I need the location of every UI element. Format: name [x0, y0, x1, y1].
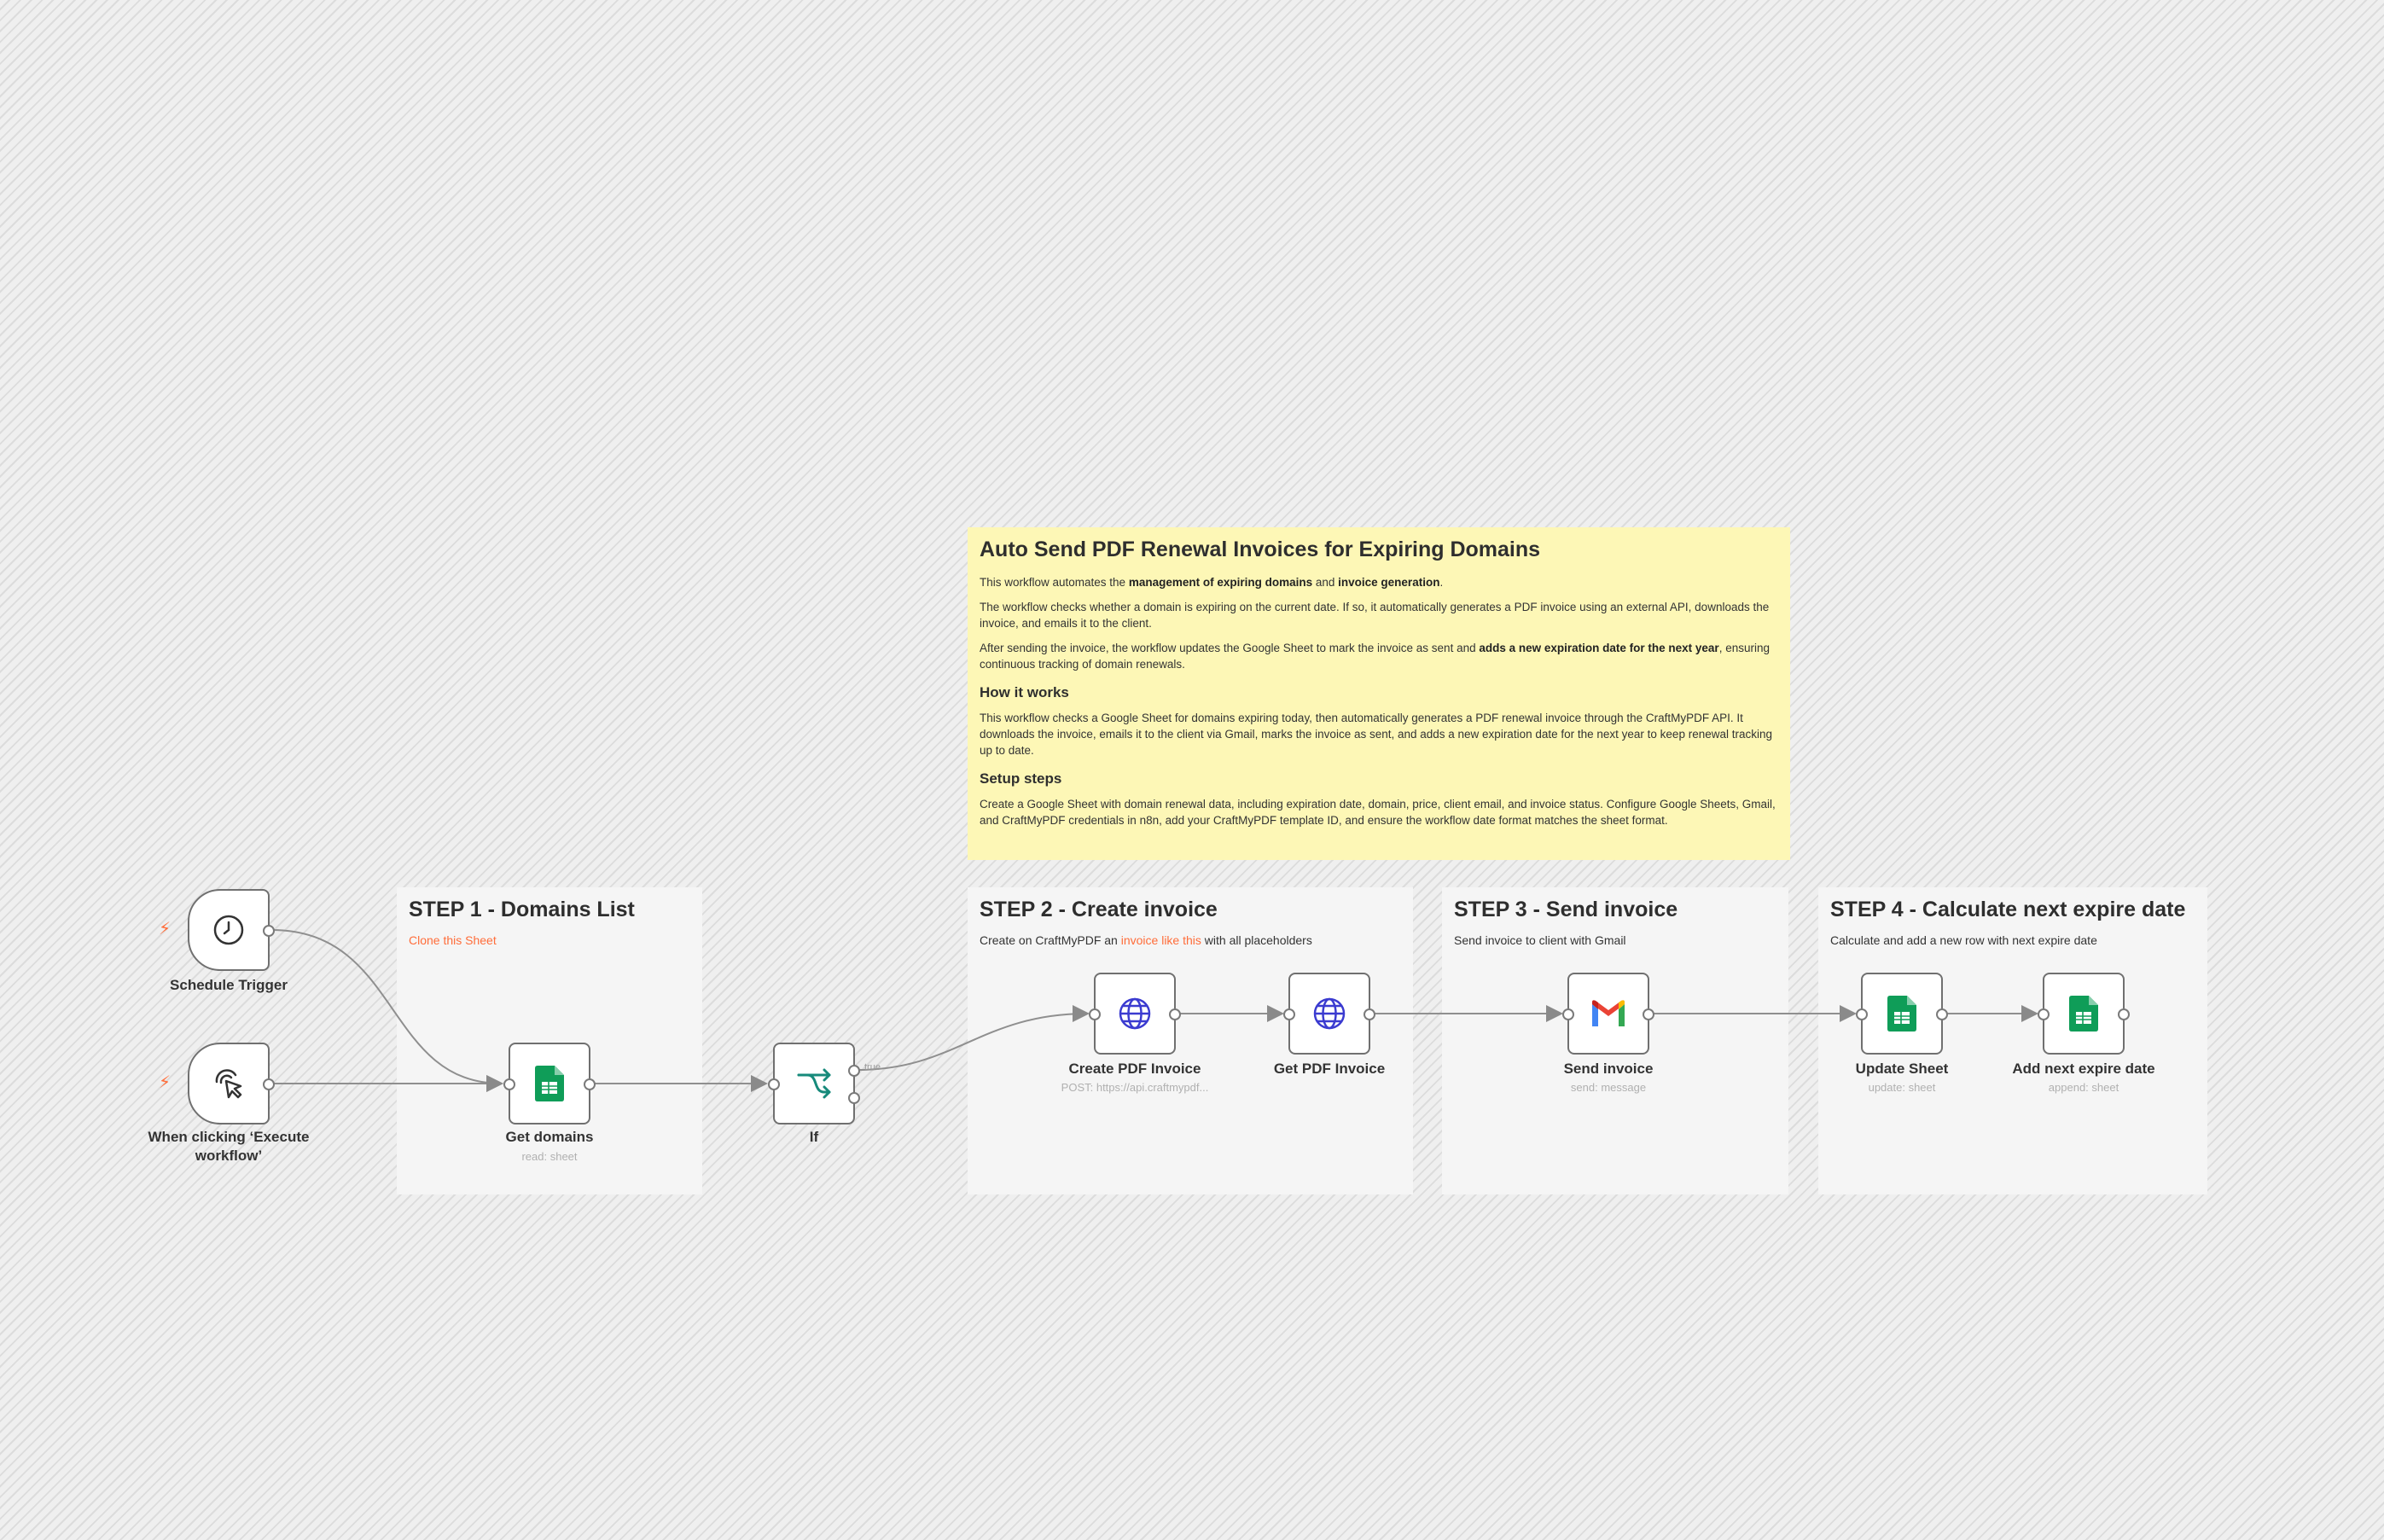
- get-domains-label: Get domains: [505, 1129, 594, 1145]
- get-domains-node[interactable]: [503, 1043, 596, 1124]
- send-invoice-node[interactable]: [1562, 973, 1654, 1055]
- trigger-bolt-icon: ⚡: [159, 920, 172, 939]
- get-domains-output-port[interactable]: [584, 1078, 596, 1090]
- send-invoice-label: Send invoice: [1563, 1061, 1654, 1077]
- step3-title: STEP 3 - Send invoice: [1454, 898, 1678, 921]
- create-pdf-invoice-label: Create PDF Invoice: [1068, 1061, 1201, 1077]
- send-invoice-subtitle: send: message: [1570, 1081, 1647, 1094]
- get-pdf-input-port[interactable]: [1283, 1008, 1295, 1020]
- trigger-bolt-icon: ⚡: [159, 1073, 172, 1092]
- if-false-output-port[interactable]: [848, 1092, 860, 1104]
- if-true-output-port[interactable]: [848, 1065, 860, 1077]
- clock-icon: [213, 915, 244, 945]
- update-sheet-label: Update Sheet: [1855, 1061, 1949, 1077]
- send-invoice-output-port[interactable]: [1643, 1008, 1654, 1020]
- sticky-note-step1[interactable]: STEP 1 - Domains List Clone this Sheet: [397, 887, 702, 1194]
- globe-icon: [1119, 997, 1151, 1030]
- send-invoice-input-port[interactable]: [1562, 1008, 1574, 1020]
- invoice-template-link[interactable]: invoice like this: [1121, 933, 1201, 947]
- clone-sheet-link[interactable]: Clone this Sheet: [409, 933, 497, 947]
- google-sheets-icon: [535, 1066, 564, 1101]
- get-pdf-invoice-label: Get PDF Invoice: [1273, 1061, 1386, 1077]
- globe-icon: [1313, 997, 1346, 1030]
- create-pdf-invoice-subtitle: POST: https://api.craftmypdf...: [1061, 1081, 1209, 1094]
- if-label: If: [809, 1129, 819, 1145]
- google-sheets-icon: [2069, 996, 2098, 1032]
- if-true-label: true: [864, 1062, 881, 1072]
- get-domains-subtitle: read: sheet: [521, 1150, 578, 1163]
- step2-title: STEP 2 - Create invoice: [980, 898, 1218, 921]
- step4-text: Calculate and add a new row with next ex…: [1830, 933, 2097, 947]
- if-node[interactable]: [768, 1043, 860, 1124]
- schedule-trigger-label: Schedule Trigger: [170, 977, 288, 993]
- step2-text: Create on CraftMyPDF an invoice like thi…: [980, 933, 1312, 947]
- overview-intro: This workflow automates the management o…: [980, 576, 1444, 589]
- add-next-output-port[interactable]: [2118, 1008, 2130, 1020]
- get-pdf-output-port[interactable]: [1364, 1008, 1375, 1020]
- update-sheet-output-port[interactable]: [1936, 1008, 1948, 1020]
- setup-steps-heading: Setup steps: [980, 770, 1062, 787]
- manual-trigger-node[interactable]: [188, 1043, 275, 1124]
- add-next-expire-date-node[interactable]: [2038, 973, 2130, 1055]
- how-it-works-text: This workflow checks a Google Sheet for …: [980, 712, 1772, 757]
- overview-title: Auto Send PDF Renewal Invoices for Expir…: [980, 538, 1541, 561]
- get-pdf-invoice-node[interactable]: [1283, 973, 1375, 1055]
- manual-output-port[interactable]: [263, 1078, 275, 1090]
- add-next-input-port[interactable]: [2038, 1008, 2050, 1020]
- add-next-expire-date-subtitle: append: sheet: [2048, 1081, 2119, 1094]
- branch-icon: [797, 1068, 831, 1099]
- update-sheet-node[interactable]: [1856, 973, 1948, 1055]
- step1-title: STEP 1 - Domains List: [409, 898, 635, 921]
- gmail-icon: [1592, 1000, 1625, 1026]
- create-pdf-input-port[interactable]: [1089, 1008, 1101, 1020]
- sticky-note-overview[interactable]: Auto Send PDF Renewal Invoices for Expir…: [968, 527, 1790, 860]
- update-sheet-subtitle: update: sheet: [1868, 1081, 1936, 1094]
- how-it-works-heading: How it works: [980, 684, 1069, 700]
- setup-steps-text: Create a Google Sheet with domain renewa…: [980, 798, 1776, 827]
- if-input-port[interactable]: [768, 1078, 780, 1090]
- schedule-trigger-node[interactable]: [188, 889, 275, 971]
- manual-trigger-label: When clicking ‘Execute workflow’: [148, 1129, 310, 1164]
- overview-para3: After sending the invoice, the workflow …: [980, 642, 1770, 671]
- create-pdf-output-port[interactable]: [1169, 1008, 1181, 1020]
- google-sheets-icon: [1887, 996, 1916, 1032]
- step3-text: Send invoice to client with Gmail: [1454, 933, 1626, 947]
- overview-para2: The workflow checks whether a domain is …: [980, 601, 1770, 630]
- create-pdf-invoice-node[interactable]: [1089, 973, 1181, 1055]
- schedule-output-port[interactable]: [263, 925, 275, 937]
- get-domains-input-port[interactable]: [503, 1078, 515, 1090]
- add-next-expire-date-label: Add next expire date: [2012, 1061, 2155, 1077]
- update-sheet-input-port[interactable]: [1856, 1008, 1868, 1020]
- cursor-click-icon: [215, 1069, 242, 1099]
- step4-title: STEP 4 - Calculate next expire date: [1830, 898, 2186, 921]
